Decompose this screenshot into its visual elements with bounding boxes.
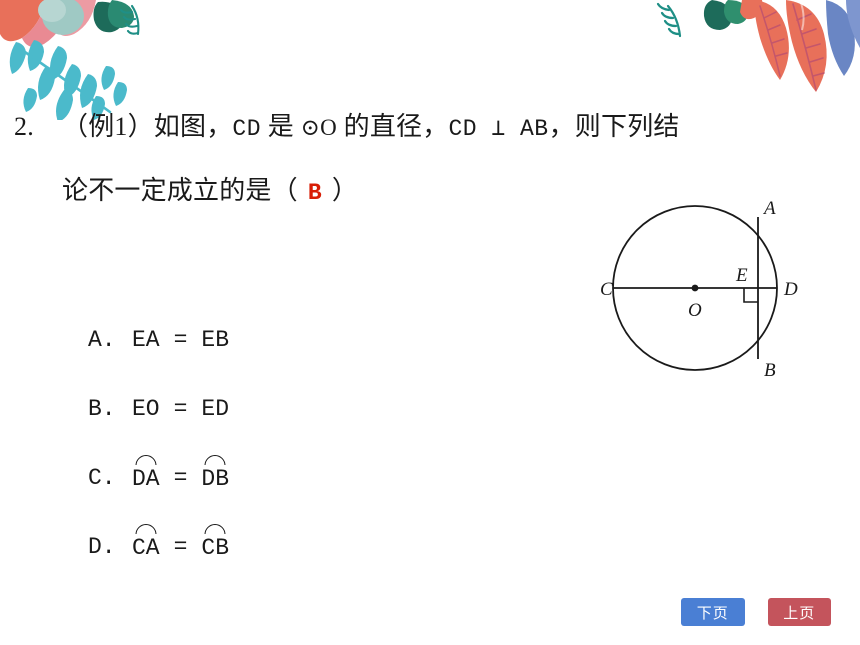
options-list: A. EA = EB B. EO = ED C. DA = DB D. CA =… xyxy=(88,305,229,581)
coral-feather-leaf-large-icon xyxy=(786,0,827,92)
arc-overline-icon xyxy=(135,454,157,465)
question-line-1: 2. （例1）如图，CD 是 ⊙O 的直径，CD ⊥ AB，则下列结 xyxy=(0,96,860,160)
teal-fern-sprig-icon xyxy=(119,4,140,36)
question-number: 2. xyxy=(14,112,34,141)
option-a-key: A. xyxy=(88,326,116,353)
option-b-body: EO = ED xyxy=(132,396,229,422)
arc-overline-icon xyxy=(204,523,226,534)
perpendicular-symbol: ⊥ xyxy=(477,116,520,142)
option-b[interactable]: B. EO = ED xyxy=(88,374,229,443)
option-a[interactable]: A. EA = EB xyxy=(88,305,229,374)
option-c[interactable]: C. DA = DB xyxy=(88,443,229,512)
option-c-body: DA = DB xyxy=(132,454,230,492)
segment-ab: AB xyxy=(520,116,549,142)
option-d-body: CA = CB xyxy=(132,523,230,561)
option-d-left-arc: CA xyxy=(132,523,160,561)
dark-green-leaf-icon xyxy=(703,0,763,30)
option-c-left-arc: DA xyxy=(132,454,160,492)
arc-overline-icon xyxy=(204,454,226,465)
blue-leaf-icon xyxy=(826,0,860,76)
question-text-line2: 论不一定成立的是（ xyxy=(62,176,298,205)
label-c: C xyxy=(600,279,613,300)
option-b-equals: = xyxy=(173,395,188,422)
teal-fern-sprig-icon xyxy=(656,2,682,38)
label-e: E xyxy=(735,265,748,286)
arc-overline-icon xyxy=(135,523,157,534)
option-c-left: DA xyxy=(132,465,160,492)
decoration-top-right xyxy=(650,0,860,105)
dark-green-leaf-icon xyxy=(93,0,134,33)
option-c-right-arc: DB xyxy=(201,454,230,492)
option-d-equals: = xyxy=(173,533,188,560)
option-a-left: EA xyxy=(132,326,160,353)
coral-petal-cluster-icon xyxy=(0,0,96,47)
segment-cd-1: CD xyxy=(232,116,262,142)
sage-blob-icon xyxy=(38,0,84,35)
option-d-right-arc: CB xyxy=(201,523,230,561)
option-a-body: EA = EB xyxy=(132,327,229,353)
leaf-highlight-icon xyxy=(799,0,805,31)
right-angle-marker-icon xyxy=(743,288,758,303)
center-point-dot-icon xyxy=(691,284,699,292)
option-d-left: CA xyxy=(132,534,160,561)
prev-page-button[interactable]: 上页 xyxy=(767,598,831,626)
option-d-right: CB xyxy=(201,534,230,561)
label-a: A xyxy=(762,198,776,219)
option-d[interactable]: D. CA = CB xyxy=(88,512,229,581)
option-c-equals: = xyxy=(173,464,188,491)
option-c-key: C. xyxy=(88,464,116,491)
segment-mid-1: 是 xyxy=(261,112,301,141)
option-b-key: B. xyxy=(88,395,116,422)
segment-cd-2: CD xyxy=(448,116,478,142)
geometry-figure: C D O A B E xyxy=(588,186,818,396)
option-d-key: D. xyxy=(88,533,116,560)
option-a-right: EB xyxy=(201,326,230,353)
slide-canvas: 2. （例1）如图，CD 是 ⊙O 的直径，CD ⊥ AB，则下列结 论不一定成立… xyxy=(0,0,860,645)
option-b-left: EO xyxy=(132,395,160,422)
option-b-right: ED xyxy=(201,395,230,422)
label-b: B xyxy=(764,360,776,381)
question-text-line2-suffix: ） xyxy=(331,176,359,205)
segment-mid-3: ，则下列结 xyxy=(548,112,680,141)
coral-feather-leaf-icon xyxy=(754,0,789,80)
segment-mid-2: 的直径， xyxy=(336,112,449,141)
option-a-equals: = xyxy=(173,326,188,353)
next-page-button[interactable]: 下页 xyxy=(681,598,745,626)
option-c-right: DB xyxy=(201,465,230,492)
circle-o-symbol: ⊙O xyxy=(300,115,337,140)
label-o: O xyxy=(688,300,702,321)
label-d: D xyxy=(783,279,798,300)
question-text-prefix: （例1）如图， xyxy=(62,112,233,141)
answer-letter: B xyxy=(307,180,322,206)
navigation-bar: 下页 上页 xyxy=(681,598,831,626)
